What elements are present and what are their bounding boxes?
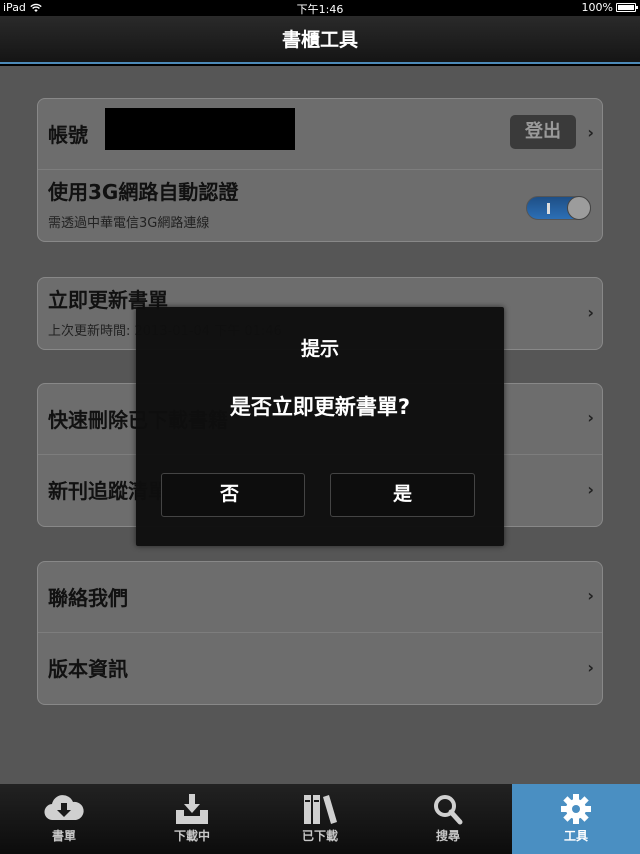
list-item[interactable]: 版本資訊 ›	[38, 633, 602, 704]
chevron-right-icon: ›	[587, 408, 594, 427]
tab-downloaded[interactable]: 已下載	[256, 784, 384, 854]
books-icon	[256, 792, 384, 826]
tab-booklist[interactable]: 書單	[0, 784, 128, 854]
tab-label: 書單	[51, 829, 76, 843]
auto-auth-toggle[interactable]	[526, 196, 591, 220]
status-right: 100%	[581, 1, 638, 14]
auto-auth-row: 使用3G網路自動認證 需透過中華電信3G網路連線	[38, 170, 602, 241]
tab-bar: 書單 下載中 已下載 搜尋 工具	[0, 784, 640, 854]
tab-tools[interactable]: 工具	[512, 784, 640, 854]
toggle-knob	[567, 196, 591, 220]
page-title: 書櫃工具	[281, 29, 358, 51]
account-name-redacted	[105, 108, 295, 150]
logout-button[interactable]: 登出	[510, 115, 576, 149]
tab-label: 已下載	[301, 829, 338, 843]
search-icon	[384, 792, 512, 826]
chevron-right-icon: ›	[587, 302, 594, 322]
contact-us-label: 聯絡我們	[48, 586, 128, 610]
confirm-dialog: 提示 是否立即更新書單? 否 是	[136, 307, 504, 546]
tab-label: 工具	[563, 829, 588, 843]
battery-percent: 100%	[581, 1, 613, 14]
no-button[interactable]: 否	[161, 473, 305, 517]
chevron-right-icon: ›	[587, 479, 594, 499]
dialog-message: 是否立即更新書單?	[229, 395, 411, 419]
nav-bar: 書櫃工具	[0, 16, 640, 64]
chevron-right-icon: ›	[587, 123, 594, 142]
dialog-title: 提示	[300, 338, 339, 360]
tab-search[interactable]: 搜尋	[384, 784, 512, 854]
chevron-right-icon: ›	[587, 657, 594, 677]
info-group: 聯絡我們 › 版本資訊 ›	[37, 561, 603, 705]
tray-download-icon	[128, 792, 256, 826]
chevron-right-icon: ›	[587, 586, 594, 605]
battery-icon	[616, 3, 638, 12]
status-bar: iPad 下午1:46 100%	[0, 0, 640, 16]
account-label: 帳號	[48, 123, 88, 147]
tab-label: 下載中	[173, 829, 210, 843]
tab-downloading[interactable]: 下載中	[128, 784, 256, 854]
cloud-download-icon	[0, 792, 128, 826]
toggle-on-mark	[547, 203, 550, 214]
account-row[interactable]: 帳號 登出 ›	[38, 99, 602, 170]
auto-auth-title: 使用3G網路自動認證	[48, 180, 239, 204]
account-group: 帳號 登出 › 使用3G網路自動認證 需透過中華電信3G網路連線	[37, 98, 603, 242]
list-item[interactable]: 聯絡我們 ›	[38, 562, 602, 633]
tab-label: 搜尋	[435, 829, 460, 843]
gear-icon	[512, 792, 640, 826]
yes-button[interactable]: 是	[330, 473, 475, 517]
version-info-label: 版本資訊	[48, 657, 128, 681]
auto-auth-subtitle: 需透過中華電信3G網路連線	[48, 216, 210, 231]
status-time: 下午1:46	[296, 3, 344, 16]
